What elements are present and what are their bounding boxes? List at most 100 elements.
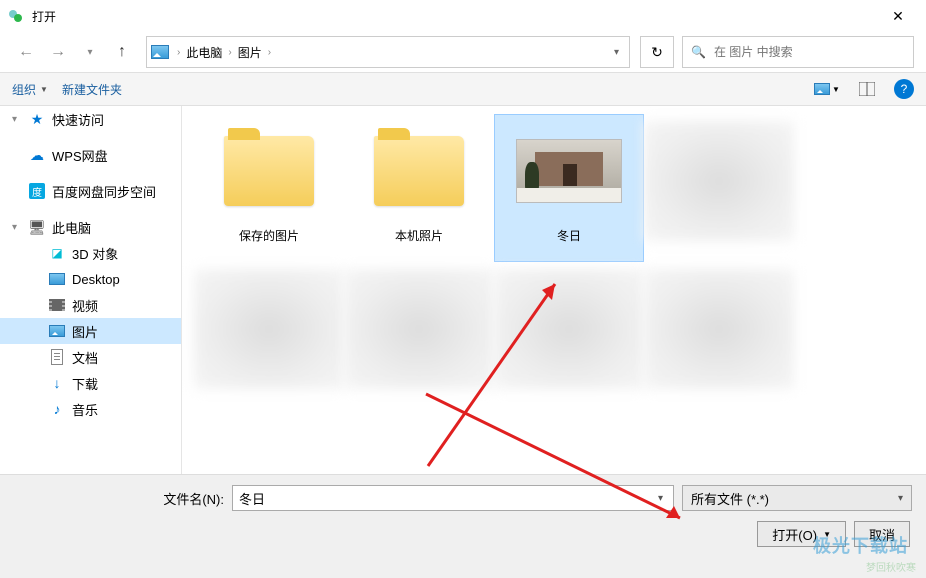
back-button[interactable]: ← bbox=[12, 38, 40, 66]
newfolder-button[interactable]: 新建文件夹 bbox=[62, 81, 122, 98]
sidebar-item-label: 文档 bbox=[72, 348, 98, 367]
sidebar-item-dl[interactable]: ↓ 下载 bbox=[0, 370, 181, 396]
chevron-icon: ▾ bbox=[12, 222, 22, 233]
forward-button[interactable]: → bbox=[44, 38, 72, 66]
sidebar-item-label: 图片 bbox=[72, 322, 98, 341]
sidebar-item-cloud[interactable]: ☁ WPS网盘 bbox=[0, 142, 181, 168]
folder-icon bbox=[374, 136, 464, 206]
sidebar-item-label: 此电脑 bbox=[52, 218, 91, 237]
close-button[interactable]: ✕ bbox=[878, 8, 918, 25]
sidebar-item-label: 下载 bbox=[72, 374, 98, 393]
image-thumbnail bbox=[516, 139, 622, 203]
sidebar-item-desktop[interactable]: Desktop bbox=[0, 266, 181, 292]
refresh-button[interactable]: ↻ bbox=[640, 36, 674, 68]
chevron-icon: ▾ bbox=[12, 114, 22, 125]
address-dropdown[interactable]: ▾ bbox=[608, 47, 625, 58]
music-icon: ♪ bbox=[48, 401, 66, 417]
blurred-thumbnail bbox=[494, 269, 644, 389]
cube-icon: ◪ bbox=[48, 245, 66, 261]
star-icon: ★ bbox=[28, 111, 46, 127]
sidebar-item-video[interactable]: 视频 bbox=[0, 292, 181, 318]
sidebar-item-label: 音乐 bbox=[72, 400, 98, 419]
sidebar-item-label: 百度网盘同步空间 bbox=[52, 182, 156, 201]
breadcrumb-thispc[interactable]: 此电脑 bbox=[182, 44, 226, 61]
toolbar: 组织 ▼ 新建文件夹 ▼ ? bbox=[0, 72, 926, 106]
sidebar-item-label: Desktop bbox=[72, 272, 120, 287]
filename-field[interactable]: ▾ bbox=[232, 485, 674, 511]
breadcrumb-pictures[interactable]: 图片 bbox=[234, 44, 266, 61]
watermark-sub: 梦回秋吹寒 bbox=[866, 559, 916, 574]
picture-icon bbox=[814, 83, 830, 95]
sidebar-item-star[interactable]: ▾ ★ 快速访问 bbox=[0, 106, 181, 132]
app-icon bbox=[8, 8, 24, 24]
organize-label: 组织 bbox=[12, 81, 36, 98]
chevron-right-icon: › bbox=[266, 47, 273, 58]
blurred-thumbnail bbox=[194, 269, 344, 389]
search-icon: 🔍 bbox=[691, 45, 706, 59]
window-title: 打开 bbox=[32, 8, 878, 25]
download-icon: ↓ bbox=[48, 375, 66, 391]
file-item[interactable]: 冬日 bbox=[494, 114, 644, 262]
chevron-right-icon: › bbox=[226, 47, 233, 58]
chevron-down-icon: ▼ bbox=[40, 85, 48, 94]
sidebar-item-pc[interactable]: ▾ 🖥 此电脑 bbox=[0, 214, 181, 240]
sidebar-item-3d[interactable]: ◪ 3D 对象 bbox=[0, 240, 181, 266]
file-item[interactable] bbox=[494, 262, 644, 410]
file-item[interactable] bbox=[344, 262, 494, 410]
help-button[interactable]: ? bbox=[894, 79, 914, 99]
file-item[interactable]: 保存的图片 bbox=[194, 114, 344, 262]
file-pane[interactable]: 保存的图片 本机照片 冬日 bbox=[182, 106, 926, 474]
chevron-right-icon: › bbox=[175, 47, 182, 58]
file-label: 保存的图片 bbox=[239, 227, 299, 244]
video-icon bbox=[48, 297, 66, 313]
sidebar-item-music[interactable]: ♪ 音乐 bbox=[0, 396, 181, 422]
recent-dropdown[interactable]: ▾ bbox=[76, 38, 104, 66]
baidu-icon: 度 bbox=[28, 183, 46, 199]
filetype-value: 所有文件 (*.*) bbox=[691, 489, 769, 508]
sidebar-item-pic[interactable]: 图片 bbox=[0, 318, 181, 344]
navbar: ← → ▾ ↑ › 此电脑 › 图片 › ▾ ↻ 🔍 bbox=[0, 32, 926, 72]
sidebar-item-baidu[interactable]: 度 百度网盘同步空间 bbox=[0, 178, 181, 204]
view-pictures-button[interactable]: ▼ bbox=[814, 77, 840, 101]
document-icon bbox=[48, 349, 66, 365]
search-box[interactable]: 🔍 bbox=[682, 36, 914, 68]
file-item[interactable]: 本机照片 bbox=[344, 114, 494, 262]
pc-icon: 🖥 bbox=[28, 219, 46, 235]
file-item[interactable] bbox=[644, 262, 794, 410]
pictures-folder-icon bbox=[151, 45, 169, 59]
watermark: 极光下载站 bbox=[813, 532, 908, 558]
cloud-icon: ☁ bbox=[28, 147, 46, 163]
file-item[interactable] bbox=[644, 114, 794, 262]
picture-icon bbox=[48, 323, 66, 339]
blurred-thumbnail bbox=[644, 121, 794, 241]
sidebar-item-doc[interactable]: 文档 bbox=[0, 344, 181, 370]
blurred-thumbnail bbox=[344, 269, 494, 389]
sidebar-item-label: 视频 bbox=[72, 296, 98, 315]
bottom-panel: 文件名(N): ▾ 所有文件 (*.*) ▾ 打开(O) ▼ 取消 bbox=[0, 474, 926, 578]
chevron-down-icon: ▾ bbox=[898, 493, 903, 504]
filetype-dropdown[interactable]: 所有文件 (*.*) ▾ bbox=[682, 485, 912, 511]
sidebar-item-label: 快速访问 bbox=[52, 110, 104, 129]
sidebar-item-label: 3D 对象 bbox=[72, 244, 118, 263]
filename-label: 文件名(N): bbox=[14, 489, 224, 508]
search-input[interactable] bbox=[714, 45, 905, 59]
open-label: 打开(O) bbox=[772, 525, 817, 544]
up-button[interactable]: ↑ bbox=[108, 38, 136, 66]
chevron-down-icon[interactable]: ▾ bbox=[654, 493, 667, 504]
titlebar: 打开 ✕ bbox=[0, 0, 926, 32]
folder-icon bbox=[224, 136, 314, 206]
organize-button[interactable]: 组织 ▼ bbox=[12, 81, 48, 98]
newfolder-label: 新建文件夹 bbox=[62, 81, 122, 98]
sidebar-item-label: WPS网盘 bbox=[52, 146, 108, 165]
file-label: 本机照片 bbox=[395, 227, 443, 244]
chevron-down-icon: ▼ bbox=[832, 85, 840, 94]
filename-input[interactable] bbox=[239, 491, 654, 506]
main-area: ▾ ★ 快速访问 ☁ WPS网盘 度 百度网盘同步空间 ▾ 🖥 此电脑 ◪ 3D… bbox=[0, 106, 926, 474]
desktop-icon bbox=[48, 271, 66, 287]
sidebar[interactable]: ▾ ★ 快速访问 ☁ WPS网盘 度 百度网盘同步空间 ▾ 🖥 此电脑 ◪ 3D… bbox=[0, 106, 182, 474]
file-item[interactable] bbox=[194, 262, 344, 410]
address-bar[interactable]: › 此电脑 › 图片 › ▾ bbox=[146, 36, 630, 68]
blurred-thumbnail bbox=[644, 269, 794, 389]
view-layout-button[interactable] bbox=[854, 77, 880, 101]
file-label: 冬日 bbox=[557, 227, 581, 244]
